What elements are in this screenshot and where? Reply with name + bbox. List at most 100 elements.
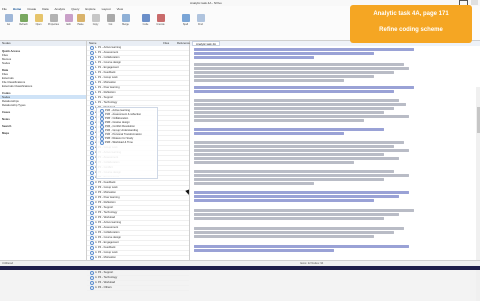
node-icon	[90, 106, 94, 110]
caption-line-1: Analytic task 4A, page 171	[373, 11, 449, 17]
scrollbar-thumb[interactable]	[476, 107, 480, 133]
ribbon-group-proofing: Spell Find	[180, 14, 206, 38]
node-label: 3. P3 - Feedback	[95, 181, 116, 184]
node-label: 1. P1 - Reflection	[95, 91, 116, 94]
nav-section-cases[interactable]: Cases	[0, 110, 86, 114]
highlighted-node-label: P1B - Workload & Time	[105, 141, 133, 144]
node-icon	[90, 56, 94, 60]
tab-create[interactable]: Create	[27, 7, 36, 11]
coded-text-line	[194, 56, 314, 59]
node-icon	[90, 186, 94, 190]
text-line	[194, 141, 404, 144]
tab-explore[interactable]: Explore	[85, 7, 95, 11]
cut-icon	[106, 14, 115, 22]
ribbon-group-coding: Code Uncode	[140, 14, 166, 38]
paragraph	[194, 245, 414, 253]
node-icon	[90, 171, 94, 175]
node-label: 3. P3 - Reflection	[95, 201, 116, 204]
node-icon	[90, 221, 94, 225]
node-label: 4. P4 - Feedback	[95, 246, 116, 249]
text-line	[194, 145, 394, 148]
go-button[interactable]: Go	[3, 14, 14, 26]
node-icon	[90, 276, 94, 280]
tab-analyze[interactable]: Analyze	[55, 7, 66, 11]
edit-icon	[64, 14, 73, 22]
column-references[interactable]: References	[175, 41, 191, 46]
find-button[interactable]: Find	[195, 14, 206, 26]
nav-section-notes[interactable]: Notes	[0, 117, 86, 121]
tab-layout[interactable]: Layout	[102, 7, 111, 11]
status-left: Unfiltered	[2, 262, 14, 265]
properties-button[interactable]: Properties	[48, 14, 59, 26]
nav-item-externals-classifications[interactable]: Externals Classifications	[0, 84, 86, 88]
node-label: 4. P4 - Others	[95, 286, 112, 289]
node-icon	[90, 136, 94, 140]
text-line	[194, 71, 394, 74]
detail-tab[interactable]: Analytic task 4A	[192, 41, 220, 46]
paragraph	[194, 128, 414, 136]
node-label: 3. P3 - Technology	[95, 211, 118, 214]
node-label: 1. P1 - Active learning	[95, 46, 122, 49]
node-label: 1. P1 - Course design	[95, 61, 121, 64]
text-line	[194, 149, 409, 152]
text-line	[194, 157, 399, 160]
node-icon	[90, 281, 94, 285]
text-line	[194, 174, 409, 177]
edit-button[interactable]: Edit	[63, 14, 74, 26]
node-label: 4. P4 - Active learning	[95, 221, 122, 224]
node-icon	[90, 206, 94, 210]
refresh-button[interactable]: Refresh	[18, 14, 29, 26]
open-button[interactable]: Open	[33, 14, 44, 26]
node-label: 1. P1 - Engagement	[95, 66, 119, 69]
video-caption-overlay: Analytic task 4A, page 171 Refine coding…	[350, 5, 472, 43]
paragraph	[194, 141, 414, 166]
coded-text-line	[194, 191, 409, 194]
uncode-button[interactable]: Uncode	[155, 14, 166, 26]
text-line	[194, 217, 384, 220]
tab-data[interactable]: Data	[42, 7, 48, 11]
text-line	[194, 161, 354, 165]
paste-button[interactable]: Paste	[75, 14, 86, 26]
nav-section-maps[interactable]: Maps	[0, 131, 86, 135]
text-line	[194, 213, 399, 216]
ribbon-tabs: File Home Create Data Analyze Query Expl…	[2, 7, 123, 11]
node-label: 4. P4 - Workload	[95, 281, 115, 284]
node-label: 3. P3 - Peer learning	[95, 196, 120, 199]
close-button[interactable]	[471, 0, 478, 5]
merge-button[interactable]: Merge	[120, 14, 131, 26]
node-icon	[90, 71, 94, 75]
ribbon-group-clipboard: Paste Copy Cut Merge	[75, 14, 131, 38]
nav-item-relationship-types[interactable]: Relationship Types	[0, 103, 86, 107]
spell-button[interactable]: Spell	[180, 14, 191, 26]
highlighted-nodes-box: P1B - Active learning P1B - Assessment & …	[97, 108, 157, 178]
copy-button[interactable]: Copy	[90, 14, 101, 26]
node-icon	[90, 116, 94, 120]
coded-text-line	[194, 86, 414, 89]
go-icon	[4, 14, 13, 22]
tab-query[interactable]: Query	[71, 7, 79, 11]
node-row[interactable]: 4. P4 - Others	[87, 286, 189, 291]
nav-item-nodes[interactable]: Nodes	[0, 61, 86, 65]
nav-section-search[interactable]: Search	[0, 124, 86, 128]
tab-home[interactable]: Home	[13, 7, 21, 11]
node-label: 3. P3 - Motivation	[95, 191, 116, 194]
code-button[interactable]: Code	[140, 14, 151, 26]
navigation-pane: Nodes Quick Access Files Memos Nodes Dat…	[0, 41, 87, 260]
find-icon	[196, 14, 205, 22]
tab-view[interactable]: View	[117, 7, 123, 11]
coded-text-line	[194, 249, 334, 252]
node-icon	[90, 76, 94, 80]
cut-button[interactable]: Cut	[105, 14, 116, 26]
highlighted-node-row[interactable]: P1B - Workload & Time	[98, 141, 156, 145]
tab-file[interactable]: File	[2, 7, 7, 11]
node-label: 4. P4 - Engagement	[95, 241, 119, 244]
node-icon	[90, 151, 94, 155]
copy-icon	[91, 14, 100, 22]
paste-icon	[76, 14, 85, 22]
text-line	[194, 75, 374, 78]
node-icon	[90, 161, 94, 165]
text-line	[194, 119, 364, 123]
paragraph	[194, 63, 414, 83]
text-line	[194, 99, 399, 102]
detail-view: Analytic task 4A	[190, 41, 480, 301]
